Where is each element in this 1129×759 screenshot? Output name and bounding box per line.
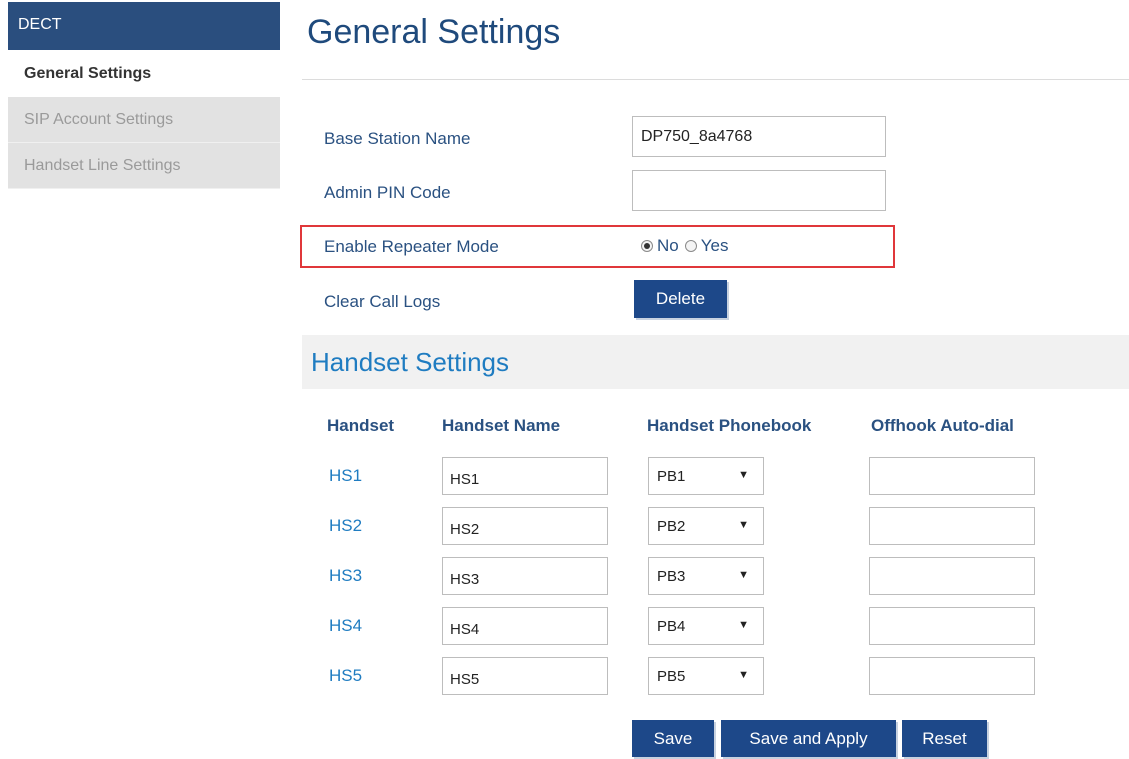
col-header-handset: Handset: [327, 416, 395, 435]
handset-name-input[interactable]: [442, 607, 608, 645]
handset-id-label: HS4: [329, 616, 363, 635]
repeater-mode-radio-group: No Yes: [641, 236, 728, 256]
phonebook-selected-value: PB4: [657, 618, 686, 635]
delete-button[interactable]: Delete: [634, 280, 727, 318]
sidebar-item-sip-account-settings[interactable]: SIP Account Settings: [8, 97, 280, 143]
clear-call-logs-label: Clear Call Logs: [324, 292, 441, 311]
handset-name-input[interactable]: [442, 507, 608, 545]
admin-pin-label: Admin PIN Code: [324, 183, 451, 202]
save-button[interactable]: Save: [632, 720, 714, 757]
chevron-down-icon: ▼: [738, 669, 749, 681]
base-station-name-input[interactable]: [632, 116, 886, 157]
phonebook-select[interactable]: PB3 ▼: [648, 557, 764, 595]
base-station-name-label: Base Station Name: [324, 129, 471, 148]
handset-name-input[interactable]: [442, 557, 608, 595]
offhook-auto-dial-input[interactable]: [869, 657, 1035, 695]
handset-id-label: HS3: [329, 566, 363, 585]
phonebook-selected-value: PB2: [657, 518, 686, 535]
title-divider: [302, 79, 1129, 80]
repeater-mode-label: Enable Repeater Mode: [324, 237, 499, 256]
phonebook-selected-value: PB3: [657, 568, 686, 585]
repeater-no-label: No: [657, 236, 679, 255]
handset-settings-title: Handset Settings: [311, 347, 510, 377]
reset-button[interactable]: Reset: [902, 720, 987, 757]
offhook-auto-dial-input[interactable]: [869, 457, 1035, 495]
handset-id-label: HS1: [329, 466, 363, 485]
sidebar-header: DECT: [8, 2, 280, 50]
repeater-yes-radio[interactable]: [684, 240, 697, 252]
col-header-offhook-auto-dial: Offhook Auto-dial: [871, 416, 1014, 435]
handset-id-label: HS2: [329, 516, 363, 535]
handset-id-label: HS5: [329, 666, 363, 685]
sidebar-item-general-settings[interactable]: General Settings: [8, 50, 280, 97]
chevron-down-icon: ▼: [738, 569, 749, 581]
repeater-yes-label: Yes: [700, 236, 729, 255]
phonebook-selected-value: PB5: [657, 668, 686, 685]
phonebook-select[interactable]: PB2 ▼: [648, 507, 764, 545]
chevron-down-icon: ▼: [738, 469, 749, 481]
phonebook-select[interactable]: PB4 ▼: [648, 607, 764, 645]
col-header-handset-name: Handset Name: [442, 416, 561, 435]
offhook-auto-dial-input[interactable]: [869, 507, 1035, 545]
col-header-handset-phonebook: Handset Phonebook: [647, 416, 812, 435]
sidebar-item-handset-line-settings[interactable]: Handset Line Settings: [8, 143, 280, 189]
handset-name-input[interactable]: [442, 457, 608, 495]
chevron-down-icon: ▼: [738, 519, 749, 531]
offhook-auto-dial-input[interactable]: [869, 607, 1035, 645]
save-and-apply-button[interactable]: Save and Apply: [721, 720, 896, 757]
repeater-no-radio[interactable]: [641, 240, 653, 252]
admin-pin-input[interactable]: [632, 170, 886, 211]
offhook-auto-dial-input[interactable]: [869, 557, 1035, 595]
phonebook-selected-value: PB1: [657, 468, 686, 485]
phonebook-select[interactable]: PB1 ▼: [648, 457, 764, 495]
chevron-down-icon: ▼: [738, 619, 749, 631]
sidebar: DECT General Settings SIP Account Settin…: [8, 2, 280, 189]
handset-name-input[interactable]: [442, 657, 608, 695]
phonebook-select[interactable]: PB5 ▼: [648, 657, 764, 695]
page-title: General Settings: [307, 13, 561, 51]
